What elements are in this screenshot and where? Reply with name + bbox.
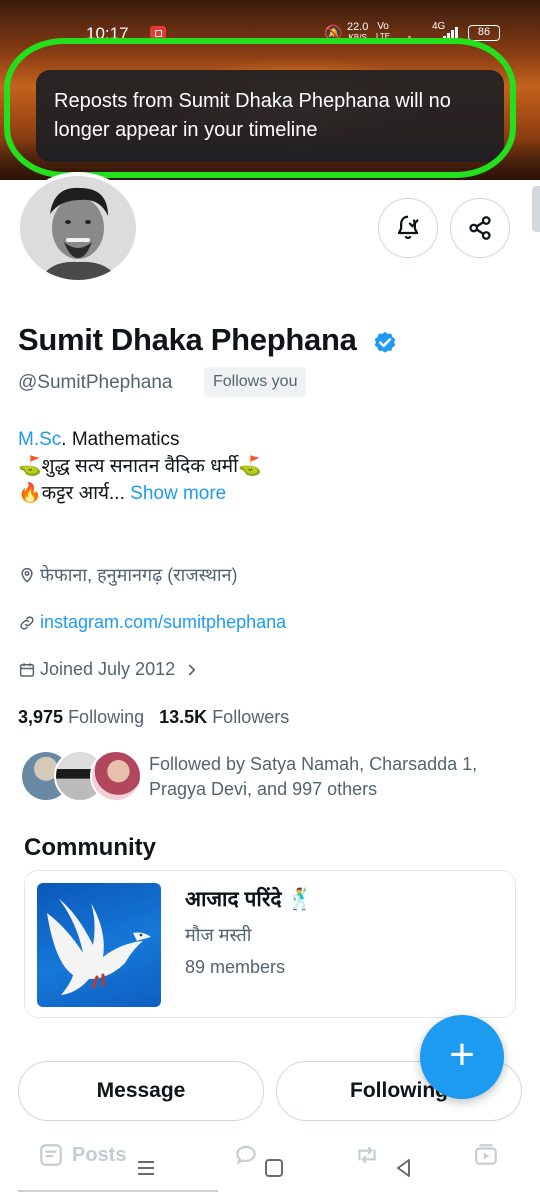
location-row: फेफाना, हनुमानगढ़ (राजस्थान)	[18, 563, 237, 587]
battery-icon: 86	[468, 25, 500, 41]
profile-name: Sumit Dhaka Phephana	[18, 322, 357, 357]
bio-line-2: ⛳शुद्ध सत्य सनातन वैदिक धर्मी⛳	[18, 456, 262, 477]
location-text: फेफाना, हनुमानगढ़ (राजस्थान)	[40, 565, 238, 585]
repost-toast: Reposts from Sumit Dhaka Phephana will n…	[36, 70, 504, 162]
message-button[interactable]: Message	[18, 1061, 264, 1121]
followed-by-avatars[interactable]	[20, 750, 142, 806]
bio-line-3: 🔥कट्टर आर्य... Show more	[18, 480, 262, 507]
website-row[interactable]: instagram.com/sumitphephana	[18, 612, 286, 633]
bio-line-3-text: 🔥कट्टर आर्य...	[18, 483, 125, 504]
volte-bottom: LTE	[376, 32, 391, 41]
volte-top: Vo	[377, 21, 389, 32]
bio-line-1: M.Sc. Mathematics	[18, 426, 262, 453]
community-name: आजाद परिंदे 🕺	[185, 888, 314, 911]
show-more-link[interactable]: Show more	[130, 483, 226, 504]
followed-by-text[interactable]: Followed by Satya Namah, Charsadda 1, Pr…	[149, 752, 529, 802]
back-icon[interactable]	[392, 1156, 416, 1180]
mute-icon: 🔕	[324, 25, 343, 42]
follows-you-badge: Follows you	[204, 367, 307, 397]
bell-check-icon	[397, 215, 419, 240]
location-icon	[21, 567, 33, 583]
community-members: 89 members	[185, 957, 286, 977]
followers-count: 13.5K	[159, 707, 208, 727]
signal-icon-sim2	[443, 26, 459, 42]
verified-badge-icon[interactable]	[371, 330, 399, 358]
speed-value: 22.0	[347, 21, 369, 33]
chevron-right-icon	[189, 664, 196, 675]
following-label: Following	[68, 707, 145, 727]
share-button[interactable]	[450, 198, 510, 258]
status-time: 10:17	[86, 24, 129, 43]
speed-unit: KB/S	[348, 33, 367, 42]
avatar-photo	[20, 176, 136, 280]
notification-bell-button[interactable]	[378, 198, 438, 258]
compose-fab-button[interactable]: +	[420, 1015, 504, 1099]
community-card[interactable]: आजाद परिंदे 🕺 मौज मस्ती 89 members	[24, 870, 516, 1018]
network-speed: 22.0 KB/S	[347, 22, 368, 43]
system-navigation-bar	[0, 1148, 540, 1188]
link-icon	[20, 615, 34, 630]
scroll-indicator[interactable]	[532, 186, 540, 232]
community-description: मौज मस्ती	[185, 925, 252, 945]
dove-image	[47, 899, 151, 995]
screen-record-icon	[150, 26, 166, 39]
website-link[interactable]: instagram.com/sumitphephana	[40, 612, 286, 633]
calendar-icon	[19, 662, 35, 677]
following-count-link[interactable]: 3,975 Following	[18, 707, 144, 727]
home-icon[interactable]	[262, 1156, 286, 1180]
community-heading: Community	[24, 834, 156, 861]
profile-bio: M.Sc. Mathematics ⛳शुद्ध सत्य सनातन वैदि…	[18, 426, 262, 507]
profile-avatar[interactable]	[16, 172, 140, 284]
followers-label: Followers	[212, 707, 290, 727]
bio-hashtag-link[interactable]: M.Sc	[18, 429, 61, 450]
following-count: 3,975	[18, 707, 64, 727]
share-icon	[469, 216, 491, 240]
follower-avatar-3	[90, 750, 142, 802]
signal-icon-sim1	[400, 28, 412, 44]
status-bar: 10:17 🔕 22.0 KB/S Vo LTE 4G 86	[0, 18, 540, 52]
joined-text: Joined July 2012	[40, 659, 176, 679]
joined-row[interactable]: Joined July 2012	[18, 659, 207, 680]
profile-handle: @SumitPhephana	[18, 372, 173, 393]
follow-counts: 3,975 Following 13.5K Followers	[18, 707, 289, 728]
home-indicator	[18, 1190, 218, 1192]
followers-count-link[interactable]: 13.5K Followers	[159, 707, 289, 727]
recent-apps-icon[interactable]	[134, 1156, 158, 1180]
community-image	[37, 883, 161, 1007]
bio-line-1-text: . Mathematics	[61, 429, 180, 450]
volte-indicator: Vo LTE	[376, 22, 390, 42]
toast-message: Reposts from Sumit Dhaka Phephana will n…	[54, 90, 451, 141]
